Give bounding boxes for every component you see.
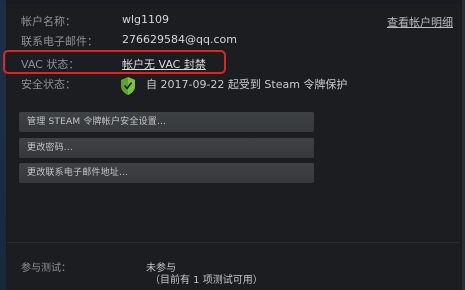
beta-available-note: （目前有 1 项测试可用） bbox=[150, 275, 263, 286]
steam-guard-shield-icon bbox=[121, 77, 135, 95]
section-divider bbox=[7, 242, 459, 243]
account-name-value: wlg1109 bbox=[122, 13, 170, 26]
vac-status-label: VAC 状态： bbox=[21, 58, 80, 71]
manage-steam-guard-button[interactable]: 管理 STEAM 令牌帐户安全设置... bbox=[19, 112, 314, 132]
vac-status-link[interactable]: 帐户无 VAC 封禁 bbox=[122, 56, 206, 72]
sidebar-edge bbox=[0, 0, 6, 290]
account-name-label: 帐户名称： bbox=[21, 15, 76, 28]
security-status-label: 安全状态： bbox=[21, 78, 76, 91]
change-password-button[interactable]: 更改密码... bbox=[19, 138, 314, 158]
view-account-details-link[interactable]: 查看帐户明细 bbox=[387, 14, 453, 30]
change-email-button[interactable]: 更改联系电子邮件地址... bbox=[19, 163, 314, 183]
email-label: 联系电子邮件： bbox=[21, 35, 98, 48]
steam-guard-status: 自 2017-09-22 起受到 Steam 令牌保护 bbox=[146, 78, 348, 91]
email-value: 276629584@qq.com bbox=[122, 33, 237, 46]
beta-participation-label: 参与测试： bbox=[21, 263, 71, 274]
